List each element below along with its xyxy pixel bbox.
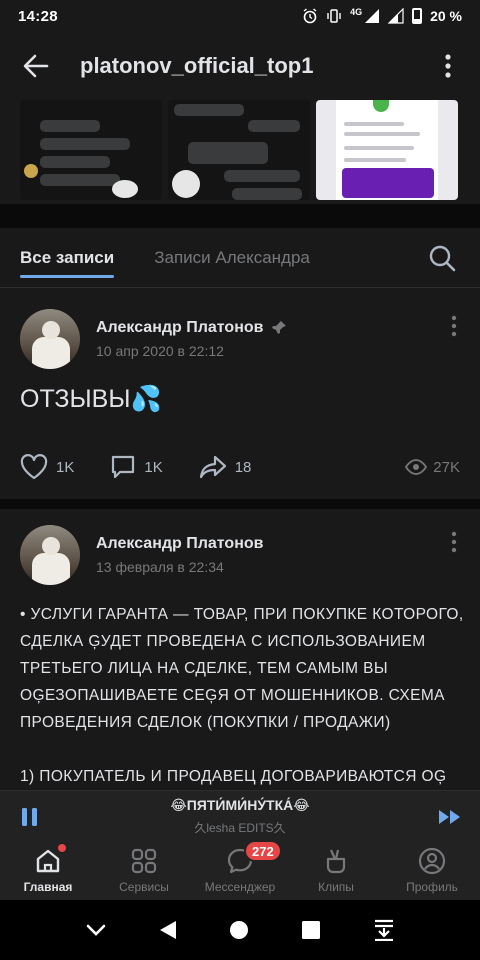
photo-thumbnail[interactable]	[168, 100, 310, 200]
post-header: Александр Платонов 10 апр 2020 в 22:12	[20, 309, 287, 369]
post-text-line: СДЕЛКА ĢУДЕТ ПРОВЕДЕНА С ИСПОЛЬЗОВАНИЕМ	[20, 633, 426, 650]
more-vertical-icon	[451, 531, 457, 553]
post-menu-button[interactable]	[442, 311, 466, 341]
tab-author-posts[interactable]: Записи Александра	[154, 228, 310, 288]
track-artist: 久lesha EDITS久	[194, 821, 286, 835]
nav-messenger[interactable]: 272 Мессенджер	[192, 840, 288, 900]
comment-icon	[112, 455, 135, 479]
signal-icon	[365, 9, 380, 23]
home-icon	[36, 849, 60, 873]
home-circle-icon[interactable]	[229, 920, 249, 940]
view-count: 27K	[433, 458, 460, 476]
tab-all-posts[interactable]: Все записи	[20, 228, 115, 288]
nav-clips[interactable]: Клипы	[288, 840, 384, 900]
nav-label: Сервисы	[119, 880, 169, 894]
status-time: 14:28	[18, 7, 58, 25]
heart-icon	[20, 454, 48, 480]
section-divider	[0, 204, 480, 228]
post-header: Александр Платонов 13 февраля в 22:34	[20, 525, 263, 585]
nav-services[interactable]: Сервисы	[96, 840, 192, 900]
more-vertical-icon	[451, 315, 457, 337]
nav-label: Клипы	[318, 880, 354, 894]
post-text-line: • УСЛУГИ ГАРАНТА — ТОВАР, ПРИ ПОКУПКЕ КО…	[20, 606, 464, 623]
post-author-name: Александр Платонов	[96, 319, 264, 336]
battery-icon	[412, 8, 423, 24]
share-button[interactable]: 18	[199, 455, 252, 479]
audio-player[interactable]: 😂ПЯТИ́МИ́НУ́ТКА́😂 久lesha EDITS久	[0, 790, 480, 840]
more-vertical-icon	[445, 54, 451, 78]
post-text-line: ПРОВЕДЕНИЯ СДЕЛОК (ПОКУПКИ / ПРОДАЖИ)	[20, 714, 391, 731]
post-author[interactable]: Александр Платонов	[96, 535, 263, 553]
post-card: Александр Платонов 10 апр 2020 в 22:12 О…	[0, 289, 480, 499]
nav-label: Главная	[23, 880, 73, 894]
wall-tabs: Все записи Записи Александра	[0, 228, 480, 288]
track-title: 😂ПЯТИ́МИ́НУ́ТКА́😂	[170, 797, 310, 813]
comment-count: 1K	[144, 458, 163, 476]
app-header: platonov_official_top1	[0, 32, 480, 100]
share-icon	[199, 455, 226, 479]
pin-icon	[272, 321, 287, 334]
like-count: 1K	[56, 458, 75, 476]
network-type: 4G	[350, 7, 363, 17]
system-navigation-bar	[0, 900, 480, 960]
photo-strip	[0, 100, 480, 204]
header-menu-button[interactable]	[430, 44, 466, 88]
unread-badge: 272	[244, 840, 282, 862]
search-button[interactable]	[424, 240, 460, 276]
vibrate-icon	[327, 9, 341, 23]
post-menu-button[interactable]	[442, 527, 466, 557]
battery-level: 20 %	[430, 8, 462, 24]
post-author-name: Александр Платонов	[96, 535, 264, 552]
status-bar: 14:28 4G 20 %	[0, 0, 480, 32]
profile-icon	[418, 847, 446, 875]
alarm-icon	[303, 8, 317, 24]
arrow-left-icon	[23, 54, 49, 78]
notification-dot	[58, 844, 66, 852]
share-count: 18	[234, 458, 252, 476]
chevron-down-icon[interactable]	[86, 923, 106, 937]
post-text: • УСЛУГИ ГАРАНТА — ТОВАР, ПРИ ПОКУПКЕ КО…	[20, 601, 464, 790]
next-track-icon[interactable]	[438, 805, 462, 829]
page-title: platonov_official_top1	[80, 53, 314, 78]
post-card: Александр Платонов 13 февраля в 22:34 • …	[0, 509, 480, 790]
keyboard-hide-icon[interactable]	[374, 919, 394, 941]
nav-label: Профиль	[406, 880, 458, 894]
clips-icon	[326, 849, 346, 874]
signal-icon-2	[388, 8, 404, 24]
recents-square-icon[interactable]	[301, 920, 321, 940]
photo-thumbnail[interactable]	[316, 100, 458, 200]
back-triangle-icon[interactable]	[159, 920, 177, 940]
post-date[interactable]: 13 февраля в 22:34	[96, 559, 263, 575]
nav-label: Мессенджер	[204, 880, 276, 894]
post-text-line: 1) ПОКУПАТЕЛЬ И ПРОДАВЕЦ ДОГОВАРИВАЮТСЯ …	[20, 768, 447, 785]
like-button[interactable]: 1K	[20, 454, 74, 480]
avatar[interactable]	[20, 309, 80, 369]
post-text-line: ТРЕТЬЕГО ЛИЦА НА СДЕЛКЕ, ТЕМ САМЫМ ВЫ	[20, 660, 389, 677]
nav-profile[interactable]: Профиль	[384, 840, 480, 900]
services-icon	[131, 848, 157, 874]
nav-home[interactable]: Главная	[0, 840, 96, 900]
views-counter: 27K	[405, 459, 460, 476]
post-divider	[0, 499, 480, 509]
comment-button[interactable]: 1K	[110, 454, 163, 480]
post-text: ОТЗЫВЫ💦	[20, 385, 162, 413]
post-actions: 1K 1K 18 27K	[0, 439, 480, 495]
eye-icon	[405, 459, 428, 475]
back-button[interactable]	[14, 44, 58, 88]
system-icons: 4G 20 %	[302, 7, 462, 24]
post-date[interactable]: 10 апр 2020 в 22:12	[96, 343, 287, 359]
post-text-line: ОĢЕЗОПАШИВАЕТЕ СЕĢЯ ОТ МОШЕННИКОВ. СХЕМА	[20, 687, 445, 704]
avatar[interactable]	[20, 525, 80, 585]
photo-thumbnail[interactable]	[20, 100, 162, 200]
bottom-navigation: Главная Сервисы 272 Мессенджер Клипы Про…	[0, 840, 480, 900]
search-icon	[429, 245, 456, 271]
post-author[interactable]: Александр Платонов	[96, 319, 287, 337]
